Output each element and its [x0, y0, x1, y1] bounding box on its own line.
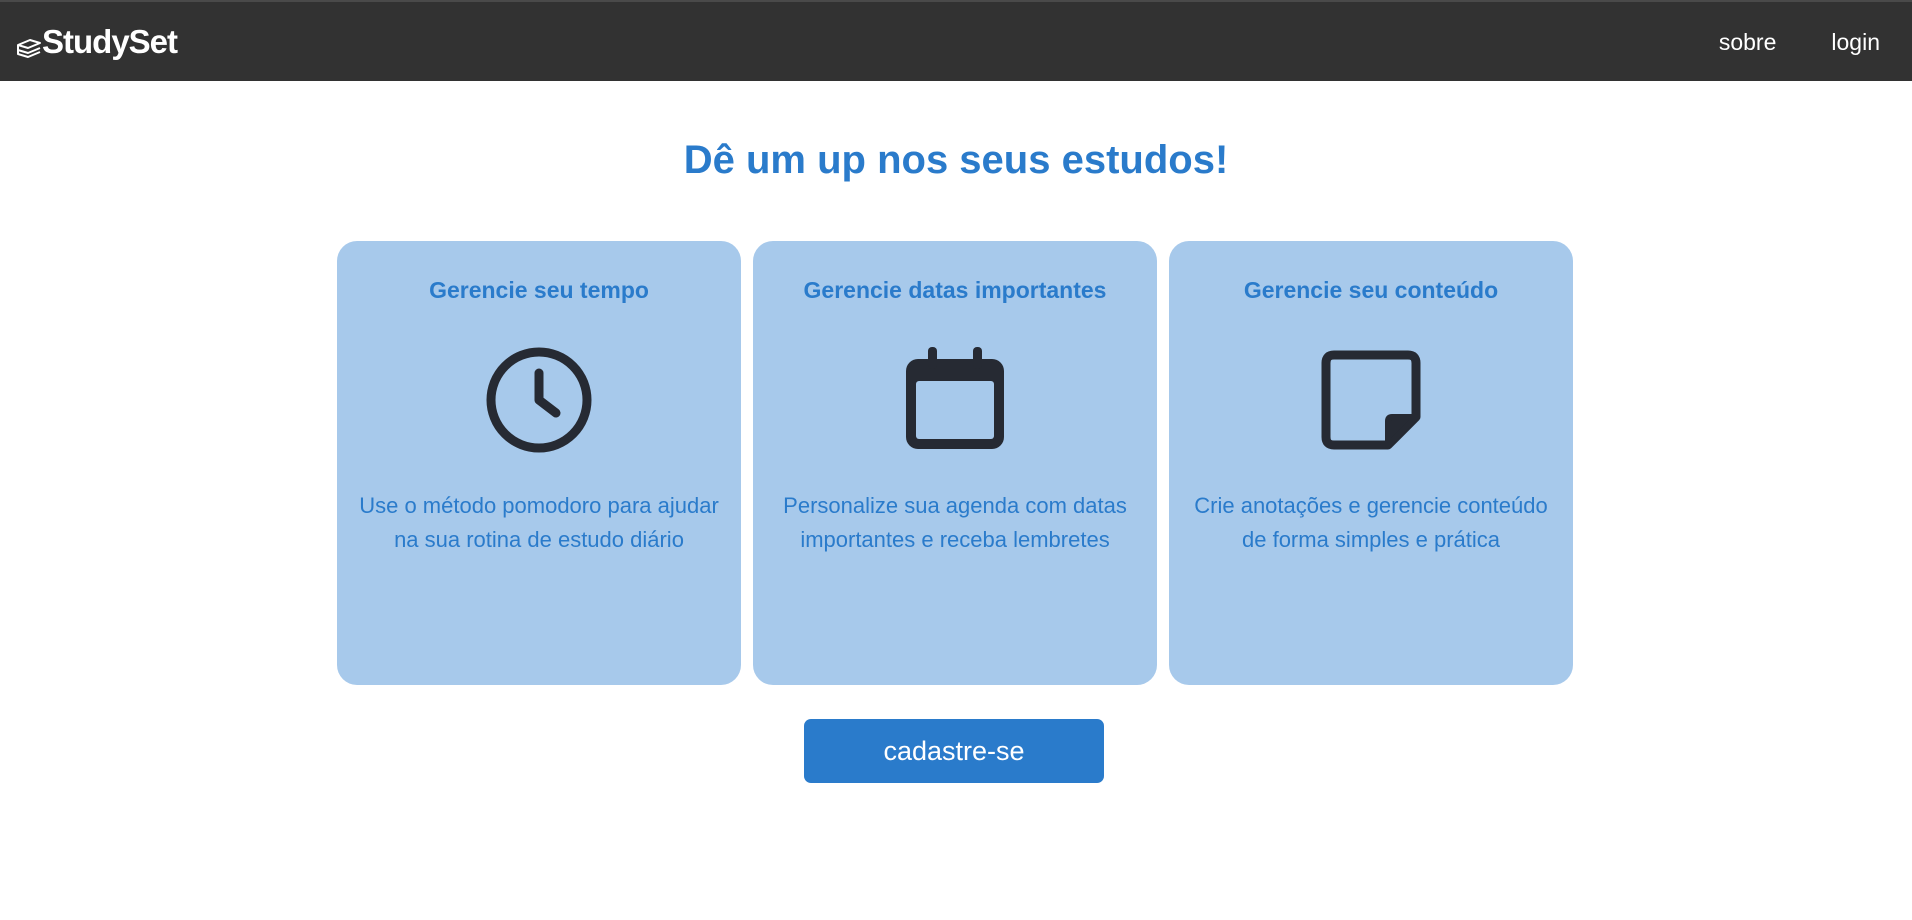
card-title: Gerencie seu conteúdo: [1243, 277, 1499, 303]
feature-card-dates: Gerencie datas importantes Personalize s…: [753, 241, 1157, 685]
feature-card-time: Gerencie seu tempo Use o método pomodoro…: [337, 241, 741, 685]
sticky-note-icon: [1321, 350, 1421, 450]
calendar-icon: [906, 347, 1004, 449]
brand-logo[interactable]: StudySet: [16, 20, 178, 64]
feature-card-content: Gerencie seu conteúdo Crie anotações e g…: [1169, 241, 1573, 685]
page-headline: Dê um up nos seus estudos!: [683, 138, 1229, 182]
nav-link-sobre[interactable]: sobre: [1719, 29, 1777, 56]
feature-cards: Gerencie seu tempo Use o método pomodoro…: [337, 241, 1573, 685]
stacked-books-icon: [17, 39, 41, 58]
signup-button[interactable]: cadastre-se: [804, 719, 1104, 783]
top-navbar: StudySet sobre login: [0, 0, 1912, 81]
card-title: Gerencie seu tempo: [429, 277, 649, 303]
nav-links: sobre login: [1719, 2, 1880, 83]
card-description: Crie anotações e gerencie conteúdo de fo…: [1194, 493, 1548, 552]
brand-name: StudySet: [42, 23, 178, 60]
nav-link-login[interactable]: login: [1831, 29, 1880, 56]
card-description: Use o método pomodoro para ajudar na sua…: [359, 493, 719, 552]
card-description: Personalize sua agenda com datas importa…: [783, 493, 1127, 552]
clock-icon: [486, 347, 592, 453]
card-title: Gerencie datas importantes: [803, 277, 1107, 303]
